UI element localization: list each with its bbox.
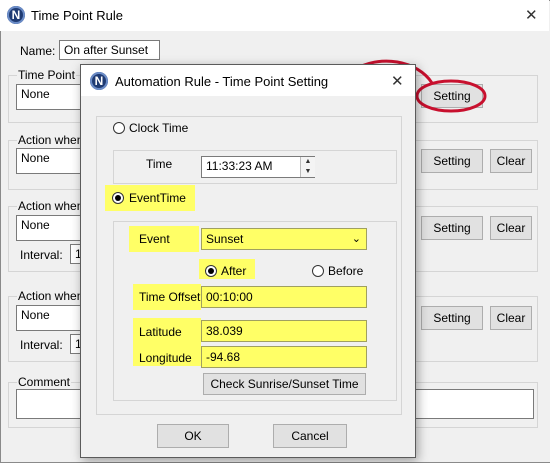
spin-up-icon[interactable]: ▲ <box>301 157 315 167</box>
time-offset-input[interactable]: 00:10:00 <box>201 286 367 308</box>
action-3-value: None <box>16 305 86 331</box>
action-1-value: None <box>16 148 86 174</box>
action-1-clear-button[interactable]: Clear <box>490 149 532 173</box>
outer-close-icon[interactable]: ✕ <box>525 6 538 24</box>
dialog-title-bar[interactable]: N Automation Rule - Time Point Setting ✕ <box>81 65 415 96</box>
ok-button[interactable]: OK <box>157 424 229 448</box>
cancel-button[interactable]: Cancel <box>273 424 347 448</box>
clock-time-label: Clock Time <box>129 121 189 135</box>
chevron-down-icon: ⌄ <box>351 233 361 245</box>
event-time-label: EventTime <box>129 191 186 205</box>
time-point-value: None <box>16 84 86 110</box>
latitude-label: Latitude <box>139 325 182 339</box>
latitude-input[interactable]: 38.039 <box>201 320 367 342</box>
check-sunrise-sunset-button[interactable]: Check Sunrise/Sunset Time <box>203 373 366 395</box>
spin-down-icon[interactable]: ▼ <box>301 167 315 177</box>
time-point-label: Time Point <box>17 68 76 82</box>
time-offset-label: Time Offset <box>139 290 201 304</box>
action-2-setting-button[interactable]: Setting <box>421 216 483 240</box>
comment-label: Comment <box>17 375 72 389</box>
name-input[interactable]: On after Sunset <box>59 40 160 60</box>
outer-window-title: Time Point Rule <box>31 8 123 23</box>
action-3-clear-button[interactable]: Clear <box>490 306 532 330</box>
dialog-title: Automation Rule - Time Point Setting <box>115 74 329 89</box>
time-input[interactable]: 11:33:23 AM <box>201 156 315 178</box>
time-spinner[interactable]: ▲ ▼ <box>300 157 315 177</box>
action-3-setting-button[interactable]: Setting <box>421 306 483 330</box>
dialog-logo-icon: N <box>90 72 108 90</box>
event-dropdown[interactable]: Sunset ⌄ <box>201 228 367 250</box>
action-2-clear-button[interactable]: Clear <box>490 216 532 240</box>
outer-title-bar[interactable]: N Time Point Rule ✕ <box>0 0 549 31</box>
action-1-setting-button[interactable]: Setting <box>421 149 483 173</box>
longitude-label: Longitude <box>139 351 192 365</box>
event-label: Event <box>139 232 170 246</box>
time-label: Time <box>146 157 173 171</box>
before-radio[interactable] <box>312 265 324 277</box>
event-value: Sunset <box>206 232 244 246</box>
time-point-setting-dialog: N Automation Rule - Time Point Setting ✕… <box>80 64 416 458</box>
clock-time-radio[interactable] <box>113 122 125 134</box>
before-label: Before <box>328 264 364 278</box>
longitude-input[interactable]: -94.68 <box>201 346 367 368</box>
name-label: Name: <box>20 44 56 58</box>
event-time-radio[interactable] <box>112 192 124 204</box>
action-2-value: None <box>16 215 86 241</box>
after-label: After <box>221 264 247 278</box>
app-logo-icon: N <box>7 6 25 24</box>
interval-2-label: Interval: <box>20 248 63 262</box>
dialog-close-icon[interactable]: ✕ <box>391 72 404 90</box>
time-value: 11:33:23 AM <box>206 159 273 173</box>
after-radio[interactable] <box>205 265 217 277</box>
interval-3-label: Interval: <box>20 338 63 352</box>
